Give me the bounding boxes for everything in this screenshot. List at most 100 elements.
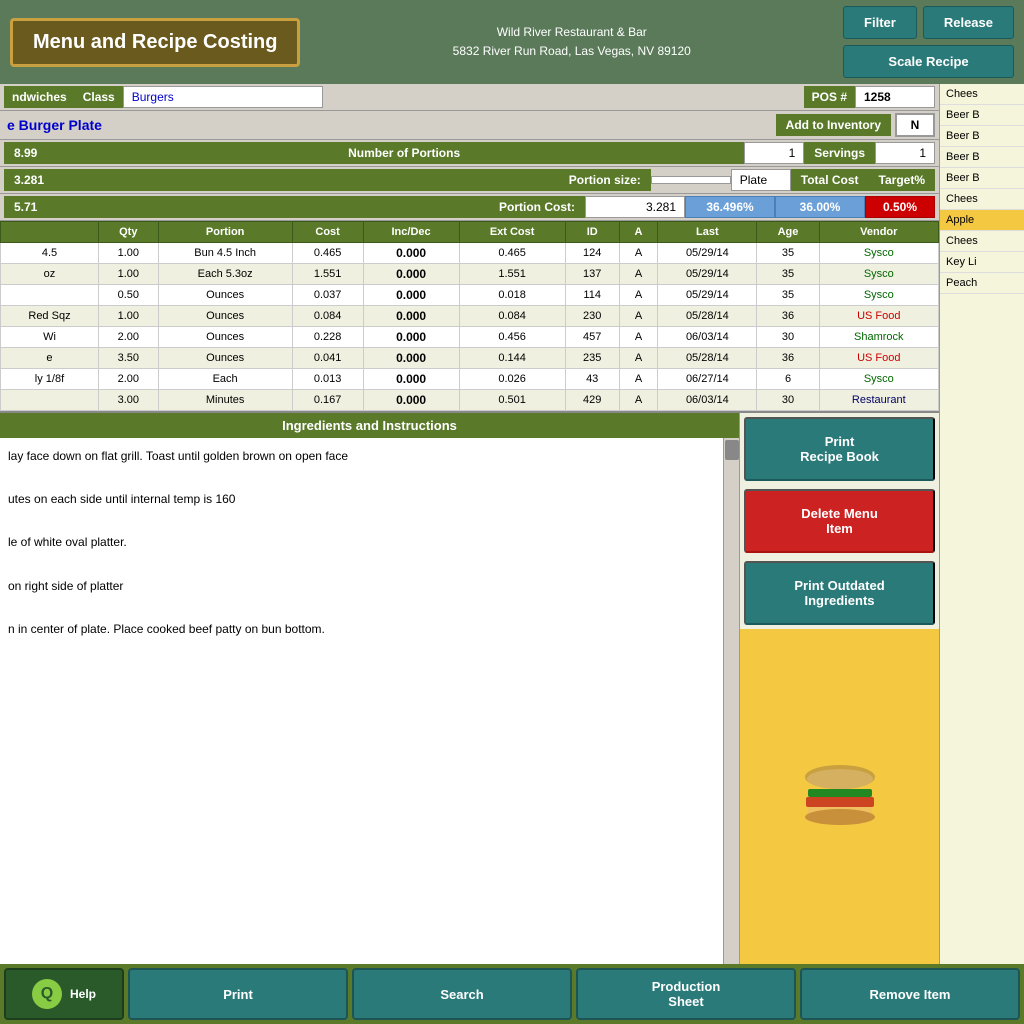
portion-size-label: Portion size: <box>64 169 651 191</box>
side-panel-item[interactable]: Beer B <box>940 105 1024 126</box>
col-age: Age <box>757 222 819 243</box>
production-sheet-button[interactable]: Production Sheet <box>576 968 796 1020</box>
side-panel: CheesBeer BBeer BBeer BBeer BCheesAppleC… <box>939 84 1024 964</box>
cost-box: 3.281 <box>4 169 64 191</box>
portion-type[interactable]: Plate <box>731 169 791 191</box>
col-id: ID <box>565 222 619 243</box>
cell-age: 35 <box>757 264 819 285</box>
form-row4: 3.281 Portion size: Plate Total Cost Tar… <box>0 167 939 194</box>
cell-name: Red Sqz <box>1 306 99 327</box>
table-row[interactable]: 3.00 Minutes 0.167 0.000 0.501 429 A 06/… <box>1 390 939 411</box>
help-button[interactable]: Q Help <box>4 968 124 1020</box>
cell-last: 05/28/14 <box>658 348 757 369</box>
add-inv-label: Add to Inventory <box>776 114 891 136</box>
filter-button[interactable]: Filter <box>843 6 917 39</box>
cell-qty: 1.00 <box>98 243 158 264</box>
print-outdated-button[interactable]: Print Outdated Ingredients <box>744 561 935 625</box>
side-panel-item[interactable]: Chees <box>940 231 1024 252</box>
instructions-header: Ingredients and Instructions <box>0 413 739 438</box>
delete-menu-item-button[interactable]: Delete Menu Item <box>744 489 935 553</box>
print-button[interactable]: Print <box>128 968 348 1020</box>
app-title: Menu and Recipe Costing <box>10 18 300 67</box>
cell-vendor: US Food <box>819 306 938 327</box>
cell-a: A <box>619 348 658 369</box>
portion-size-value[interactable] <box>651 176 731 184</box>
table-row[interactable]: Red Sqz 1.00 Ounces 0.084 0.000 0.084 23… <box>1 306 939 327</box>
col-extcost: Ext Cost <box>459 222 565 243</box>
cell-vendor: Sysco <box>819 285 938 306</box>
cell-name: Wi <box>1 327 99 348</box>
cell-incdec: 0.000 <box>363 327 459 348</box>
table-row[interactable]: 4.5 1.00 Bun 4.5 Inch 0.465 0.000 0.465 … <box>1 243 939 264</box>
restaurant-info: Wild River Restaurant & Bar 5832 River R… <box>310 23 833 61</box>
cell-name <box>1 390 99 411</box>
pos-value[interactable]: 1258 <box>855 86 935 108</box>
cell-name: oz <box>1 264 99 285</box>
cell-qty: 2.00 <box>98 369 158 390</box>
scale-recipe-button[interactable]: Scale Recipe <box>843 45 1014 78</box>
class-label: Class <box>75 86 123 108</box>
cell-vendor: Shamrock <box>819 327 938 348</box>
pct3-value: 0.50% <box>865 196 935 218</box>
cell-a: A <box>619 390 658 411</box>
cell-qty: 2.00 <box>98 327 158 348</box>
portion-cost-value[interactable]: 3.281 <box>585 196 685 218</box>
table-row[interactable]: oz 1.00 Each 5.3oz 1.551 0.000 1.551 137… <box>1 264 939 285</box>
release-button[interactable]: Release <box>923 6 1014 39</box>
servings-value[interactable]: 1 <box>875 142 935 164</box>
side-panel-item[interactable]: Peach <box>940 273 1024 294</box>
instructions-scrollbar[interactable] <box>723 438 739 964</box>
table-row[interactable]: 0.50 Ounces 0.037 0.000 0.018 114 A 05/2… <box>1 285 939 306</box>
remove-item-button[interactable]: Remove Item <box>800 968 1020 1020</box>
cell-incdec: 0.000 <box>363 306 459 327</box>
cell-id: 43 <box>565 369 619 390</box>
col-vendor: Vendor <box>819 222 938 243</box>
pct2-value: 36.00% <box>775 196 865 218</box>
cost2-box: 5.71 <box>4 196 64 218</box>
form-row5: 5.71 Portion Cost: 3.281 36.496% 36.00% … <box>0 194 939 221</box>
ingredients-table: Qty Portion Cost Inc/Dec Ext Cost ID A L… <box>0 221 939 411</box>
side-panel-item[interactable]: Beer B <box>940 126 1024 147</box>
content-area: ndwiches Class Burgers POS # 1258 e Burg… <box>0 84 939 964</box>
table-row[interactable]: ly 1/8f 2.00 Each 0.013 0.000 0.026 43 A… <box>1 369 939 390</box>
side-panel-item[interactable]: Chees <box>940 189 1024 210</box>
side-panel-item[interactable]: Chees <box>940 84 1024 105</box>
cell-name: 4.5 <box>1 243 99 264</box>
pct1-value: 36.496% <box>685 196 775 218</box>
class-value[interactable]: Burgers <box>123 86 323 108</box>
form-row3: 8.99 Number of Portions 1 Servings 1 <box>0 140 939 167</box>
header-buttons: Filter Release Scale Recipe <box>843 6 1014 78</box>
table-row[interactable]: e 3.50 Ounces 0.041 0.000 0.144 235 A 05… <box>1 348 939 369</box>
cell-incdec: 0.000 <box>363 264 459 285</box>
add-inv-value[interactable]: N <box>895 113 935 137</box>
table-row[interactable]: Wi 2.00 Ounces 0.228 0.000 0.456 457 A 0… <box>1 327 939 348</box>
instructions-content: lay face down on flat grill. Toast until… <box>0 438 739 964</box>
cell-incdec: 0.000 <box>363 243 459 264</box>
col-last: Last <box>658 222 757 243</box>
item-name[interactable]: e Burger Plate <box>4 114 772 136</box>
cell-extcost: 0.456 <box>459 327 565 348</box>
cell-incdec: 0.000 <box>363 390 459 411</box>
cell-qty: 1.00 <box>98 264 158 285</box>
print-recipe-book-button[interactable]: Print Recipe Book <box>744 417 935 481</box>
side-panel-item[interactable]: Beer B <box>940 147 1024 168</box>
cell-a: A <box>619 243 658 264</box>
side-panel-item[interactable]: Apple <box>940 210 1024 231</box>
cell-cost: 0.167 <box>292 390 363 411</box>
side-panel-item[interactable]: Key Li <box>940 252 1024 273</box>
cell-qty: 3.00 <box>98 390 158 411</box>
cell-last: 05/29/14 <box>658 285 757 306</box>
cell-age: 30 <box>757 390 819 411</box>
col-qty: Qty <box>98 222 158 243</box>
total-cost-label: Total Cost <box>791 169 869 191</box>
cell-cost: 0.013 <box>292 369 363 390</box>
cell-qty: 3.50 <box>98 348 158 369</box>
price-box: 8.99 <box>4 142 64 164</box>
portions-value[interactable]: 1 <box>744 142 804 164</box>
cell-portion: Each <box>158 369 292 390</box>
cell-cost: 0.465 <box>292 243 363 264</box>
side-panel-item[interactable]: Beer B <box>940 168 1024 189</box>
cell-extcost: 0.026 <box>459 369 565 390</box>
search-button[interactable]: Search <box>352 968 572 1020</box>
cell-last: 06/03/14 <box>658 390 757 411</box>
